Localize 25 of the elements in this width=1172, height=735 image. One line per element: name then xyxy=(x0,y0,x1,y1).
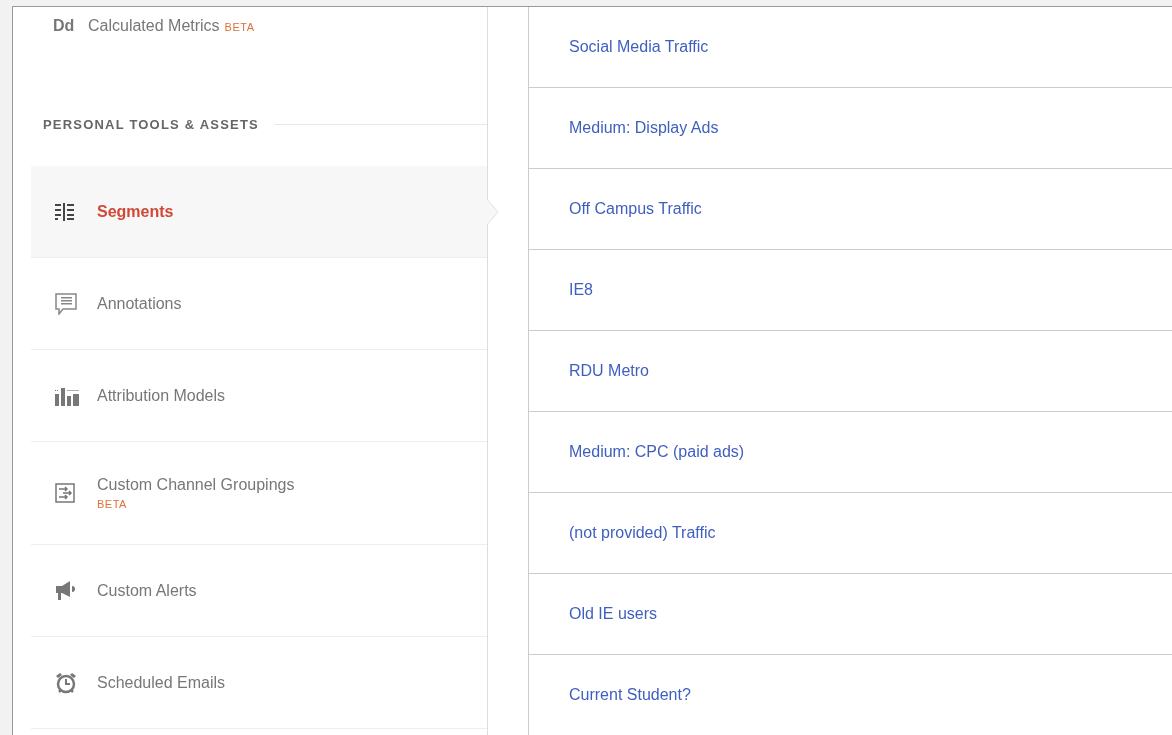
alarm-clock-icon xyxy=(55,671,77,694)
sidebar-item[interactable]: Attribution Models xyxy=(31,350,487,442)
segment-link[interactable]: Old IE users xyxy=(569,605,658,623)
segment-link[interactable]: IE8 xyxy=(569,281,593,299)
segment-link[interactable]: Social Media Traffic xyxy=(569,38,709,56)
sidebar-item[interactable]: Annotations xyxy=(31,258,487,350)
bar-chart-icon xyxy=(55,385,81,406)
segment-link[interactable]: Medium: Display Ads xyxy=(569,119,719,137)
sidebar-item[interactable]: Custom Alerts xyxy=(31,545,487,637)
segment-link[interactable]: Medium: CPC (paid ads) xyxy=(569,443,745,461)
megaphone-icon xyxy=(55,580,77,601)
beta-label: BETA xyxy=(224,21,255,33)
sidebar-item[interactable]: Scheduled Emails xyxy=(31,637,487,729)
metrics-icon: Dd xyxy=(53,17,88,35)
speech-bubble-icon xyxy=(55,292,77,315)
arrows-box-icon xyxy=(55,483,75,503)
segment-link[interactable]: Current Student? xyxy=(569,686,691,704)
sidebar-item[interactable]: Custom Channel Groupings BETA xyxy=(31,442,487,545)
segment-link[interactable]: (not provided) Traffic xyxy=(569,524,716,542)
section-header: PERSONAL TOOLS & ASSETS xyxy=(43,116,259,132)
sidebar-item[interactable]: Calculated Metrics xyxy=(88,17,220,35)
beta-label: BETA xyxy=(97,498,128,510)
segment-link[interactable]: RDU Metro xyxy=(569,362,649,380)
segments-icon xyxy=(55,202,75,221)
segment-link[interactable]: Off Campus Traffic xyxy=(569,200,702,218)
